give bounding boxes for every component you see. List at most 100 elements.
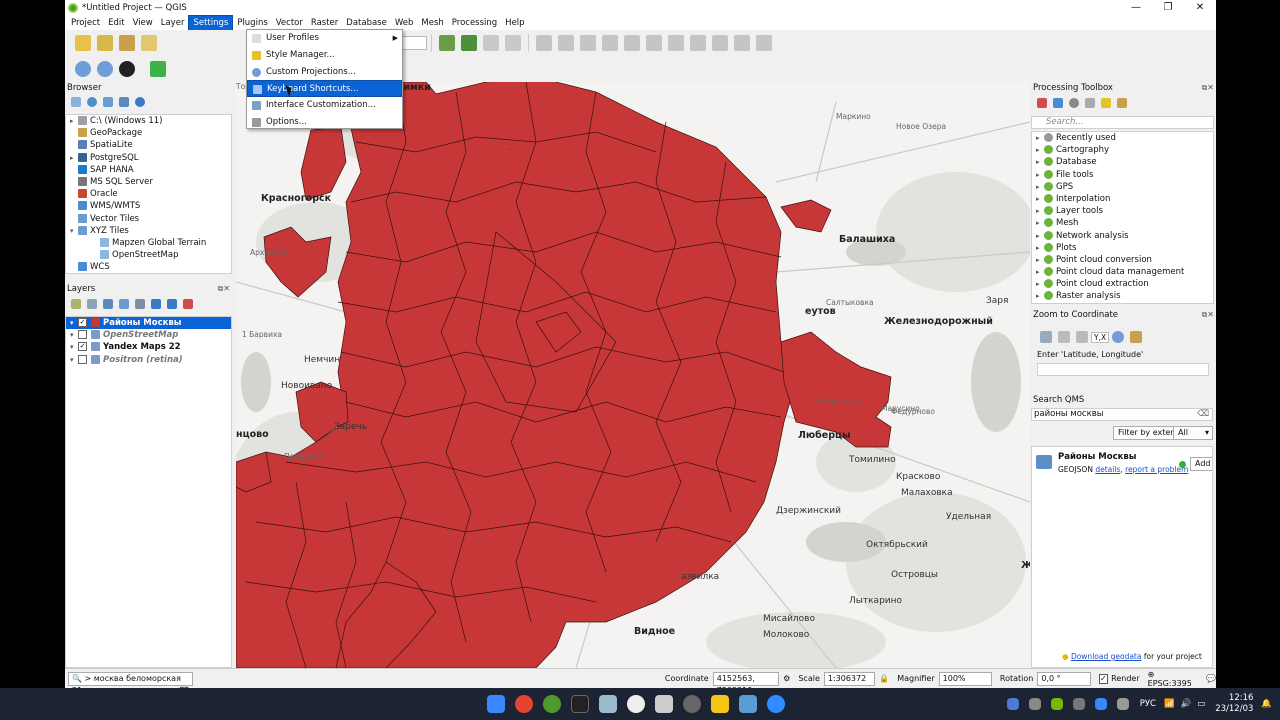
- expand-arrow-icon[interactable]: ▸: [70, 115, 78, 127]
- snapping-icon[interactable]: [439, 35, 455, 51]
- coord-input[interactable]: [1037, 363, 1209, 376]
- render-checkbox[interactable]: ✓: [1098, 673, 1109, 684]
- zoom-in-icon[interactable]: [1040, 331, 1052, 343]
- volume-icon[interactable]: 🔊: [1181, 699, 1192, 709]
- new-layer-icon[interactable]: [75, 35, 91, 51]
- toggle-extents-icon[interactable]: ⚙: [783, 674, 790, 683]
- processing-group[interactable]: ▸ Interpolation: [1032, 193, 1213, 205]
- browser-item[interactable]: MS SQL Server: [66, 176, 231, 188]
- battery-icon[interactable]: ▭: [1197, 699, 1205, 709]
- layer-item[interactable]: ▾ ✓ Районы Москвы: [66, 317, 231, 330]
- chrome-icon[interactable]: [515, 695, 533, 713]
- processing-group[interactable]: ▸ Point cloud conversion: [1032, 254, 1213, 266]
- layer-item[interactable]: ▾ OpenStreetMap: [66, 329, 231, 341]
- tray-app4-icon[interactable]: [1116, 698, 1129, 710]
- processing-options-icon[interactable]: [1117, 98, 1127, 108]
- processing-group[interactable]: ▸ Cartography: [1032, 144, 1213, 156]
- notifications-icon[interactable]: 🔔: [1261, 699, 1272, 709]
- filter-all-select[interactable]: All ▾: [1173, 426, 1213, 440]
- lock-scale-icon[interactable]: 🔒: [879, 674, 889, 683]
- add-selected-icon[interactable]: [71, 97, 81, 107]
- menu-project[interactable]: Project: [67, 16, 104, 30]
- checkbox-app-icon[interactable]: [655, 695, 673, 713]
- layer-visibility-checkbox[interactable]: ✓: [78, 318, 87, 327]
- layer-visibility-checkbox[interactable]: [78, 330, 87, 340]
- browser-item[interactable]: ▾ XYZ Tiles: [66, 225, 231, 237]
- processing-group[interactable]: ▸ Mesh: [1032, 217, 1213, 229]
- app-icon[interactable]: [599, 695, 617, 713]
- browser-item[interactable]: SAP HANA: [66, 164, 231, 176]
- close-button[interactable]: ✕: [1184, 0, 1216, 16]
- models-icon[interactable]: [1037, 98, 1047, 108]
- expression-filter-icon[interactable]: [135, 299, 145, 309]
- collapse-all-icon[interactable]: [119, 97, 129, 107]
- layer-visibility-checkbox[interactable]: ✓: [78, 342, 87, 352]
- browser-item[interactable]: Vector Tiles: [66, 213, 231, 225]
- map-canvas[interactable]: ХимкиПутилкоКрасногорскАрхангелНемчинНов…: [236, 82, 1030, 668]
- layer-item[interactable]: ▾ Positron (retina): [66, 354, 231, 366]
- menu-mesh[interactable]: Mesh: [417, 16, 447, 30]
- reverse-line-icon[interactable]: [756, 35, 772, 51]
- menu-item-keyboard-shortcuts[interactable]: Keyboard Shortcuts...: [247, 80, 402, 98]
- menu-item-interface-customization[interactable]: Interface Customization...: [247, 97, 402, 114]
- rotation-field[interactable]: 0,0 °: [1037, 671, 1091, 686]
- add-group-icon[interactable]: [87, 299, 97, 309]
- crs-button[interactable]: ⊕ EPSG:3395: [1148, 670, 1198, 688]
- nvidia-icon[interactable]: [1050, 698, 1063, 710]
- menu-help[interactable]: Help: [501, 16, 528, 30]
- locator-input[interactable]: 🔍 > москва беломорская 21⌫: [68, 671, 193, 688]
- filter-icon[interactable]: [103, 97, 113, 107]
- messages-icon[interactable]: 💬: [1206, 674, 1216, 683]
- clear-icon[interactable]: [1076, 331, 1088, 343]
- browser-item[interactable]: GeoPackage: [66, 127, 231, 139]
- web-globe-icon[interactable]: [75, 61, 91, 77]
- visibility-icon[interactable]: [103, 299, 113, 309]
- menu-view[interactable]: View: [129, 16, 157, 30]
- crs-globe-icon[interactable]: [1112, 331, 1125, 343]
- advanced-digitize-icon[interactable]: [536, 35, 552, 51]
- qgis-taskbar-icon[interactable]: [543, 695, 561, 713]
- cut-icon[interactable]: [483, 35, 499, 51]
- fill-ring-icon[interactable]: [646, 35, 662, 51]
- qms-globe-icon[interactable]: [97, 61, 113, 77]
- remove-layer-icon[interactable]: [183, 299, 193, 309]
- zoom-icon[interactable]: [767, 695, 785, 713]
- settings-app-icon[interactable]: [683, 695, 701, 713]
- qms-details-link[interactable]: details: [1095, 465, 1120, 474]
- save-edits-icon[interactable]: [97, 35, 113, 51]
- filter-legend-icon[interactable]: [119, 299, 129, 309]
- info-icon[interactable]: [135, 97, 145, 107]
- add-ring-icon[interactable]: [602, 35, 618, 51]
- tray-app2-icon[interactable]: [1028, 698, 1041, 710]
- magnifier-field[interactable]: 100%: [938, 671, 992, 686]
- processing-group[interactable]: ▸ Point cloud data management: [1032, 266, 1213, 278]
- maximize-button[interactable]: ❐: [1152, 0, 1184, 16]
- toggle-editing-icon[interactable]: [119, 35, 135, 51]
- add-part-icon[interactable]: [624, 35, 640, 51]
- processing-group[interactable]: ▸ File tools: [1032, 169, 1213, 181]
- menu-raster[interactable]: Raster: [307, 16, 342, 30]
- processing-group[interactable]: ▸ Plots: [1032, 242, 1213, 254]
- bluetooth-icon[interactable]: [1094, 698, 1107, 710]
- delete-ring-icon[interactable]: [668, 35, 684, 51]
- tray-app-icon[interactable]: [1006, 698, 1019, 710]
- layer-item[interactable]: ▾ ✓ Yandex Maps 22: [66, 341, 231, 353]
- history-icon[interactable]: [1069, 98, 1079, 108]
- collapse-layers-icon[interactable]: [167, 299, 177, 309]
- layer-visibility-checkbox[interactable]: [78, 354, 87, 364]
- tracing-icon[interactable]: [461, 35, 477, 51]
- browser-item[interactable]: ▸ PostgreSQL: [66, 152, 231, 164]
- menu-edit[interactable]: Edit: [104, 16, 128, 30]
- menu-item-custom-projections[interactable]: Custom Projections...: [247, 64, 402, 81]
- menu-web[interactable]: Web: [391, 16, 418, 30]
- notepad-icon[interactable]: [739, 695, 757, 713]
- settings-icon[interactable]: [1130, 331, 1143, 343]
- edit-features-inplace-icon[interactable]: [1101, 98, 1111, 108]
- reshape-icon[interactable]: [712, 35, 728, 51]
- menu-layer[interactable]: Layer: [157, 16, 189, 30]
- processing-group[interactable]: ▸ Layer tools: [1032, 205, 1213, 217]
- processing-group[interactable]: ▸ Network analysis: [1032, 230, 1213, 242]
- browser-item[interactable]: Mapzen Global Terrain: [66, 237, 231, 249]
- qms-search-input[interactable]: районы москвы ⌫: [1031, 408, 1213, 421]
- processing-group[interactable]: ▸ Raster analysis: [1032, 290, 1213, 302]
